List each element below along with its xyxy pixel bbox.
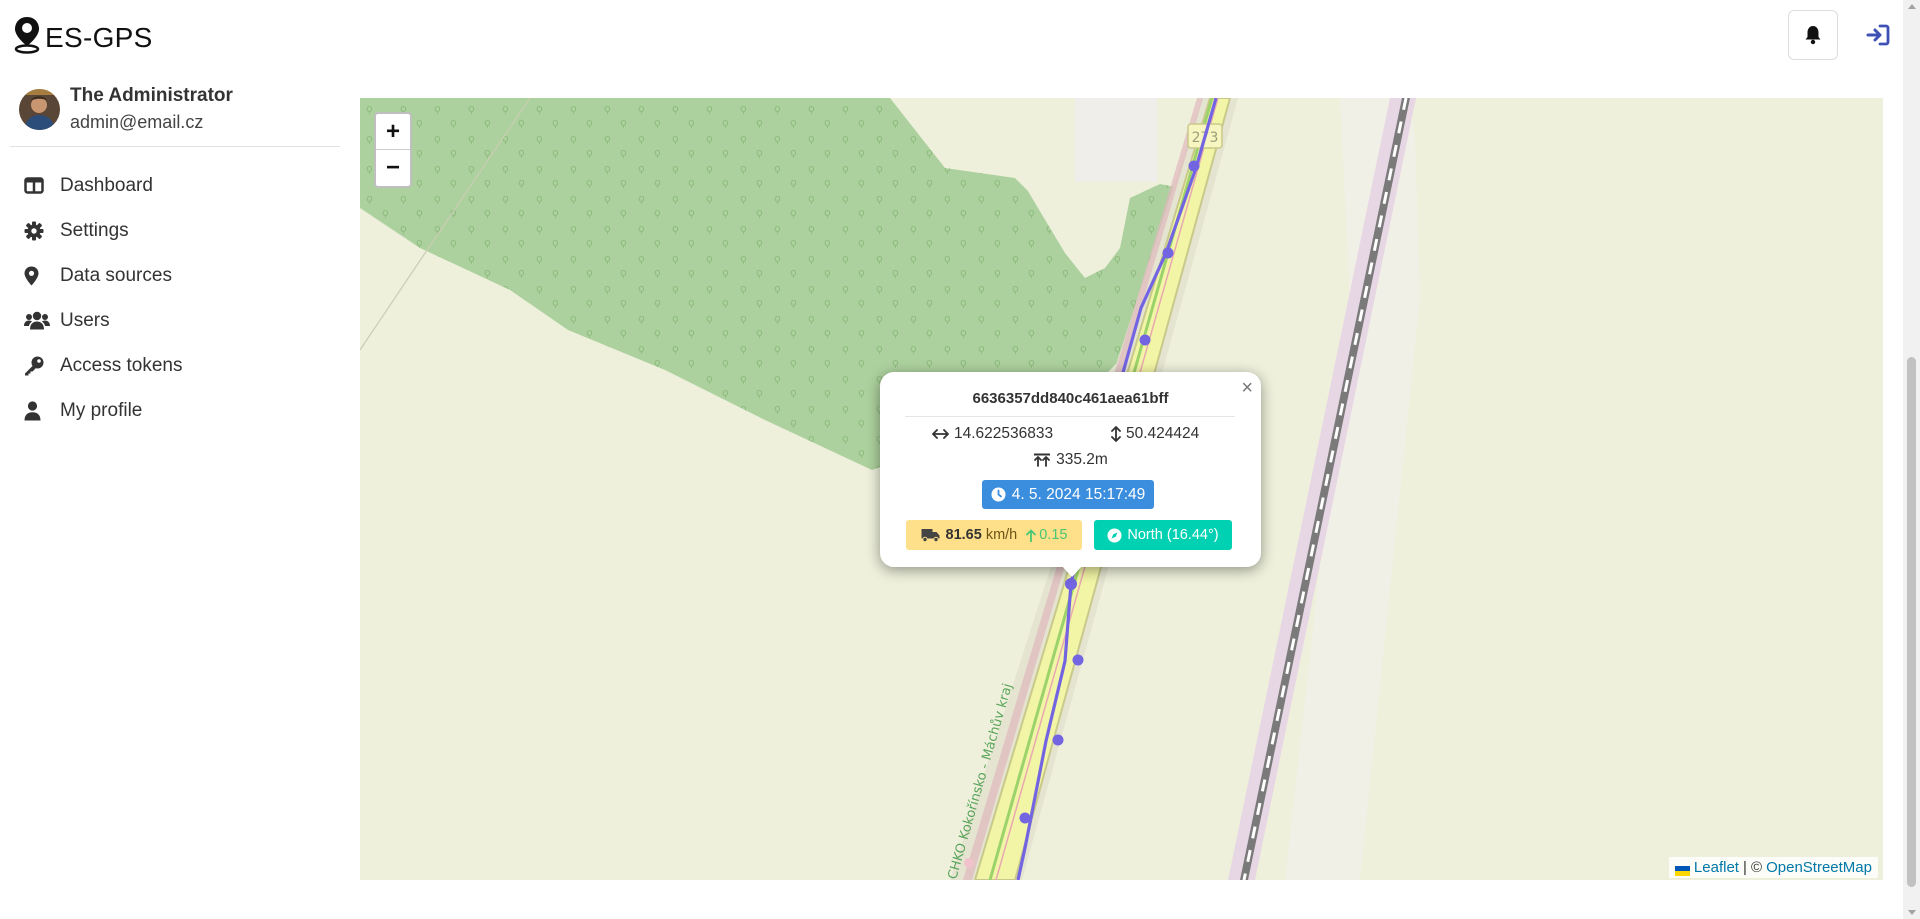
- table-columns-icon: [24, 177, 50, 194]
- key-icon: [24, 356, 50, 376]
- altitude-icon: [1034, 453, 1051, 467]
- track-point[interactable]: [1188, 160, 1200, 172]
- direction-badge: North (16.44°): [1094, 520, 1232, 550]
- map-marker-icon: [24, 266, 50, 286]
- zoom-out-button[interactable]: −: [376, 150, 410, 186]
- user-icon: [24, 400, 50, 421]
- popup-tip: [1061, 565, 1083, 577]
- user-card[interactable]: The Administrator admin@email.cz: [19, 82, 233, 136]
- scroll-up-arrow[interactable]: [1908, 4, 1916, 9]
- ukraine-flag-icon: [1674, 863, 1690, 876]
- bell-icon: [1805, 26, 1821, 45]
- brand[interactable]: ES-GPS: [13, 16, 153, 59]
- sign-in-button[interactable]: [1863, 20, 1893, 50]
- sidebar-item-data-sources[interactable]: Data sources: [0, 253, 340, 298]
- altitude-value: 335.2m: [1056, 451, 1108, 468]
- longitude-value: 14.622536833: [954, 425, 1054, 442]
- latitude-value: 50.424424: [1126, 425, 1200, 442]
- sidebar-item-label: Access tokens: [60, 354, 183, 376]
- sidebar-item-label: Users: [60, 309, 110, 331]
- track-point[interactable]: [1072, 654, 1084, 666]
- record-id: 6636357dd840c461aea61bff: [972, 390, 1169, 407]
- sidebar-item-settings[interactable]: Settings: [0, 208, 340, 253]
- sidebar-divider: [10, 146, 340, 147]
- arrows-horizontal-icon: [932, 429, 949, 439]
- acceleration-value: 0.15: [1039, 527, 1068, 543]
- track-point[interactable]: [1019, 812, 1031, 824]
- leaflet-link[interactable]: Leaflet: [1694, 859, 1739, 876]
- timestamp-badge: 4. 5. 2024 15:17:49: [982, 480, 1154, 509]
- map[interactable]: ϙ ϙ 273 CHKO Kokořínsko - Máchův kraj: [360, 98, 1883, 880]
- sidebar-nav: Dashboard Settings Data sources Users Ac…: [0, 163, 340, 433]
- track-point-popup: × 6636357dd840c461aea61bff 14.622536833 …: [880, 372, 1261, 577]
- compass-icon: [1107, 528, 1122, 542]
- arrow-up-icon: [1026, 529, 1037, 542]
- user-name: The Administrator: [70, 85, 233, 106]
- sidebar-item-my-profile[interactable]: My profile: [0, 388, 340, 433]
- arrows-vertical-icon: [1111, 426, 1121, 442]
- sign-in-icon: [1866, 24, 1890, 46]
- page-scrollbar[interactable]: [1903, 0, 1920, 919]
- users-icon: [24, 311, 50, 330]
- longitude: 14.622536833: [932, 425, 1053, 443]
- sidebar-item-label: Settings: [60, 219, 129, 241]
- latitude: 50.424424: [1111, 425, 1199, 443]
- sidebar-item-label: Data sources: [60, 264, 172, 286]
- sidebar: The Administrator admin@email.cz Dashboa…: [0, 72, 340, 919]
- user-email: admin@email.cz: [70, 112, 204, 132]
- sidebar-item-access-tokens[interactable]: Access tokens: [0, 343, 340, 388]
- track-point[interactable]: [964, 858, 974, 868]
- altitude: 335.2m: [880, 451, 1261, 469]
- sidebar-item-dashboard[interactable]: Dashboard: [0, 163, 340, 208]
- track-point[interactable]: [1052, 734, 1064, 746]
- map-attribution: Leaflet | © OpenStreetMap: [1668, 857, 1878, 878]
- timestamp-value: 4. 5. 2024 15:17:49: [1011, 485, 1146, 503]
- avatar: [19, 88, 60, 130]
- truck-icon: [921, 529, 940, 542]
- track-point[interactable]: [1162, 247, 1174, 259]
- sidebar-item-label: My profile: [60, 399, 143, 421]
- scroll-thumb[interactable]: [1907, 357, 1916, 887]
- gear-icon: [24, 221, 50, 241]
- acceleration: 0.15: [1026, 527, 1067, 543]
- scroll-down-arrow[interactable]: [1908, 910, 1916, 915]
- sidebar-item-users[interactable]: Users: [0, 298, 340, 343]
- sidebar-item-label: Dashboard: [60, 174, 153, 196]
- app-title: ES-GPS: [45, 21, 153, 53]
- popup-divider: [905, 416, 1235, 417]
- header: ES-GPS: [0, 0, 1920, 72]
- openstreetmap-link[interactable]: OpenStreetMap: [1766, 859, 1872, 876]
- zoom-control: + −: [374, 112, 412, 188]
- speed-unit: km/h: [985, 527, 1018, 543]
- attribution-separator: | ©: [1742, 859, 1763, 876]
- direction-value: North (16.44°): [1127, 527, 1219, 543]
- notifications-button[interactable]: [1788, 10, 1838, 60]
- speed-badge: 81.65 km/h 0.15: [906, 520, 1082, 550]
- speed-value: 81.65: [945, 527, 982, 543]
- map-pin-logo-icon: [13, 16, 41, 59]
- track-point[interactable]: [1139, 334, 1151, 346]
- selected-track-point[interactable]: [1065, 578, 1077, 590]
- zoom-in-button[interactable]: +: [376, 114, 410, 150]
- clock-icon: [991, 487, 1006, 502]
